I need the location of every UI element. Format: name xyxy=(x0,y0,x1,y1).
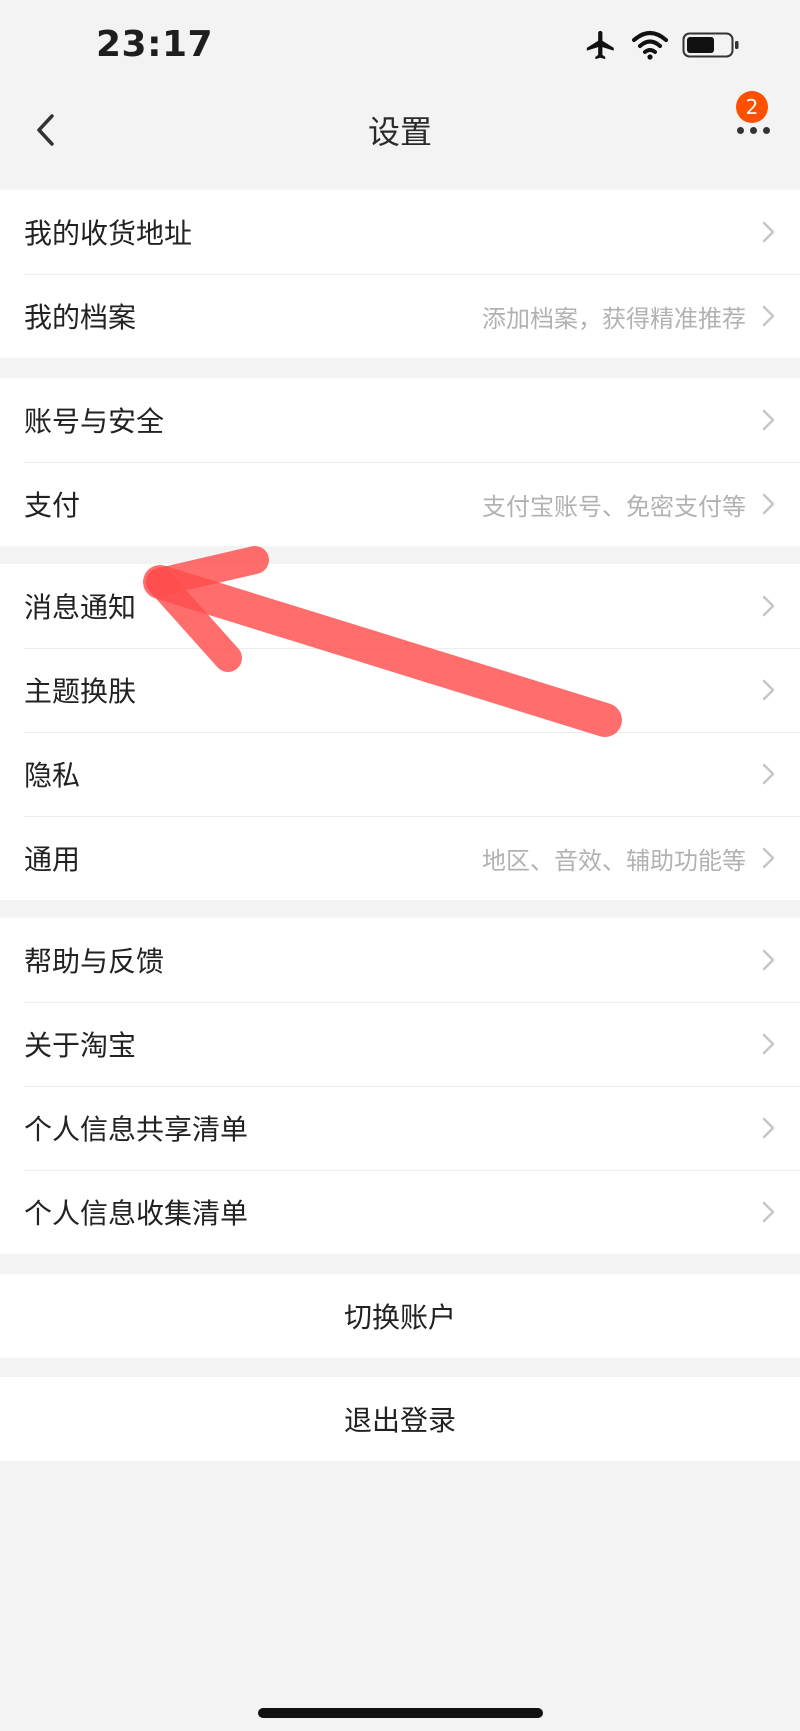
more-button[interactable]: 2 xyxy=(712,91,782,157)
chevron-right-icon xyxy=(762,221,775,243)
status-bar: 23:17 xyxy=(0,0,800,95)
row-label: 支付 xyxy=(24,489,81,522)
settings-row-info-collection-list[interactable]: 个人信息收集清单 xyxy=(0,1170,800,1254)
settings-row-profile[interactable]: 我的档案 添加档案，获得精准推荐 xyxy=(0,274,800,358)
chevron-right-icon xyxy=(762,1117,775,1139)
notification-badge: 2 xyxy=(736,91,768,123)
settings-row-payment[interactable]: 支付 支付宝账号、免密支付等 xyxy=(0,462,800,546)
settings-row-general[interactable]: 通用 地区、音效、辅助功能等 xyxy=(0,816,800,900)
settings-row-privacy[interactable]: 隐私 xyxy=(0,732,800,816)
settings-group-account: 账号与安全 支付 支付宝账号、免密支付等 xyxy=(0,378,800,546)
row-label: 我的档案 xyxy=(24,301,137,334)
logout-button[interactable]: 退出登录 xyxy=(0,1377,800,1461)
row-label: 隐私 xyxy=(24,759,81,792)
row-label: 关于淘宝 xyxy=(24,1029,137,1062)
row-label: 消息通知 xyxy=(24,591,137,624)
settings-row-about[interactable]: 关于淘宝 xyxy=(0,1002,800,1086)
settings-group-profile: 我的收货地址 我的档案 添加档案，获得精准推荐 xyxy=(0,190,800,358)
chevron-right-icon xyxy=(762,847,775,869)
chevron-right-icon xyxy=(762,763,775,785)
page-title: 设置 xyxy=(367,113,432,151)
status-icons xyxy=(584,28,740,66)
nav-bar: 设置 2 xyxy=(0,91,800,170)
wifi-icon xyxy=(632,30,668,64)
chevron-right-icon xyxy=(762,679,775,701)
chevron-right-icon xyxy=(762,1201,775,1223)
chevron-right-icon xyxy=(762,595,775,617)
status-time: 23:17 xyxy=(96,24,214,65)
more-dots-icon xyxy=(737,127,770,134)
row-label: 个人信息共享清单 xyxy=(24,1113,249,1146)
settings-row-notifications[interactable]: 消息通知 xyxy=(0,564,800,648)
settings-group-preferences: 消息通知 主题换肤 隐私 通用 地区、音效、辅助功能等 xyxy=(0,564,800,900)
row-label: 账号与安全 xyxy=(24,405,165,438)
chevron-right-icon xyxy=(762,305,775,327)
row-label: 我的收货地址 xyxy=(24,217,193,250)
row-hint: 添加档案，获得精准推荐 xyxy=(482,304,746,333)
row-label: 通用 xyxy=(24,843,81,876)
airplane-icon xyxy=(584,28,618,66)
settings-row-theme[interactable]: 主题换肤 xyxy=(0,648,800,732)
row-hint: 支付宝账号、免密支付等 xyxy=(482,492,746,521)
chevron-right-icon xyxy=(762,493,775,515)
settings-row-account-security[interactable]: 账号与安全 xyxy=(0,378,800,462)
settings-row-address[interactable]: 我的收货地址 xyxy=(0,190,800,274)
chevron-right-icon xyxy=(762,949,775,971)
settings-row-help-feedback[interactable]: 帮助与反馈 xyxy=(0,918,800,1002)
settings-row-info-sharing-list[interactable]: 个人信息共享清单 xyxy=(0,1086,800,1170)
settings-group-about: 帮助与反馈 关于淘宝 个人信息共享清单 个人信息收集清单 xyxy=(0,918,800,1254)
row-hint: 地区、音效、辅助功能等 xyxy=(482,846,746,875)
row-label: 帮助与反馈 xyxy=(24,945,165,978)
chevron-right-icon xyxy=(762,409,775,431)
battery-icon xyxy=(682,31,740,63)
switch-account-button[interactable]: 切换账户 xyxy=(0,1274,800,1358)
row-label: 个人信息收集清单 xyxy=(24,1197,249,1230)
chevron-right-icon xyxy=(762,1033,775,1055)
row-label: 主题换肤 xyxy=(24,675,137,708)
home-indicator xyxy=(258,1708,543,1718)
